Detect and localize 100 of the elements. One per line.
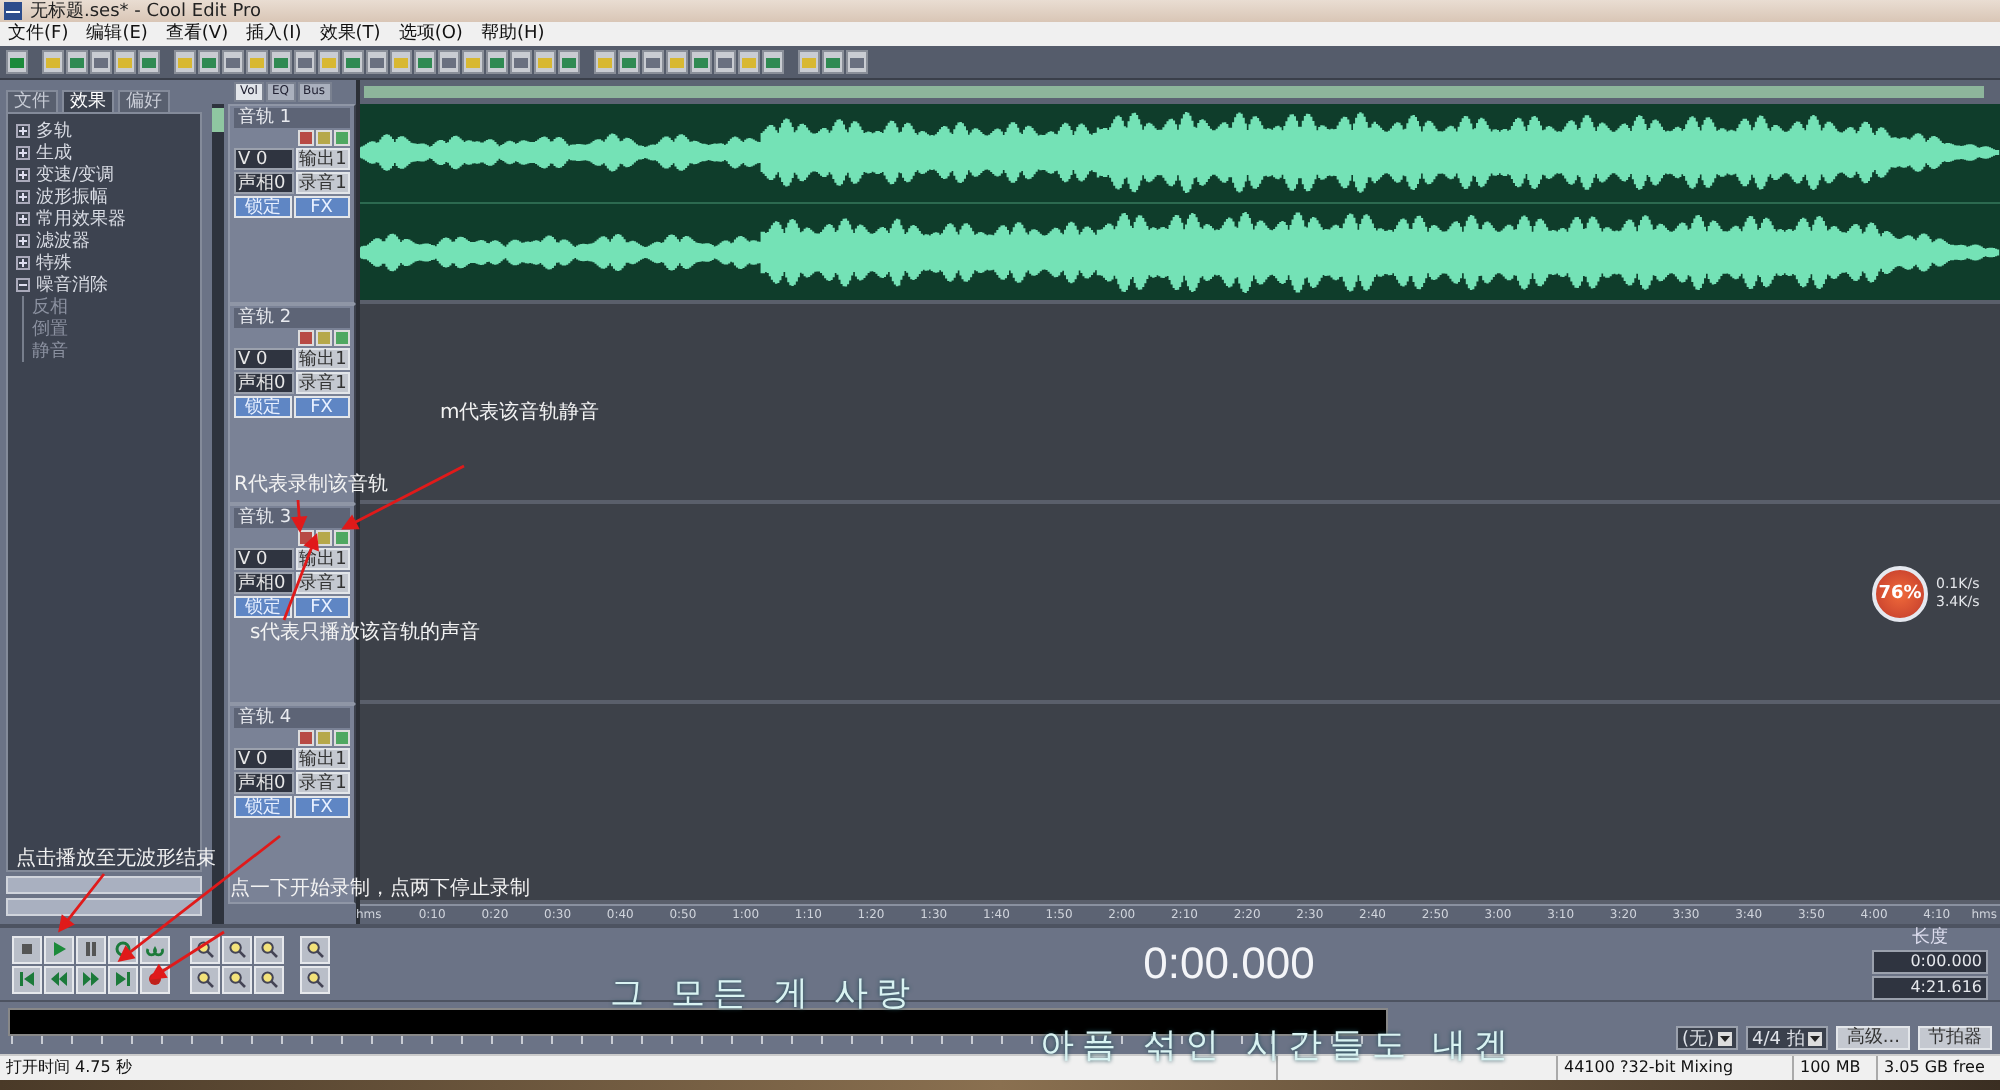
expand-icon[interactable] <box>16 124 30 138</box>
expand-icon[interactable] <box>16 212 30 226</box>
tree-item[interactable]: 常用效果器 <box>36 209 126 229</box>
menu-item[interactable]: 编辑(E) <box>86 23 148 45</box>
scrollbar[interactable] <box>360 80 2000 104</box>
tree-item[interactable]: 波形振幅 <box>36 187 108 207</box>
panel-tab[interactable]: 偏好 <box>118 90 170 112</box>
toolbar-button[interactable] <box>738 50 760 74</box>
tree-item[interactable]: 变速/变调 <box>36 165 115 185</box>
expand-icon[interactable] <box>16 168 30 182</box>
toolbar-button[interactable] <box>270 50 292 74</box>
input-button[interactable]: 录音1 <box>296 172 350 194</box>
tree-item[interactable]: 滤波器 <box>36 231 90 251</box>
toolbar-button[interactable] <box>462 50 484 74</box>
zoom-button[interactable] <box>222 935 252 963</box>
volume-field[interactable]: V 0 <box>234 548 294 570</box>
input-button[interactable]: 录音1 <box>296 572 350 594</box>
solo-toggle[interactable] <box>316 730 332 746</box>
toolbar-button[interactable] <box>174 50 196 74</box>
tempo-button[interactable]: 节拍器 <box>1918 1026 1992 1050</box>
toolbar-button[interactable] <box>246 50 268 74</box>
menu-item[interactable]: 效果(T) <box>319 23 381 45</box>
go-to-end-button[interactable] <box>108 965 138 993</box>
toolbar-button[interactable] <box>486 50 508 74</box>
toolbar-button[interactable] <box>762 50 784 74</box>
tree-item[interactable]: 特殊 <box>36 253 72 273</box>
toolbar-button[interactable] <box>138 50 160 74</box>
zoom-button[interactable] <box>222 965 252 993</box>
panel-button[interactable] <box>6 898 202 916</box>
toolbar-button[interactable] <box>666 50 688 74</box>
panel-button[interactable] <box>6 876 202 894</box>
pan-field[interactable]: 声相0 <box>234 572 294 594</box>
record-toggle[interactable] <box>298 330 314 346</box>
fast-forward-button[interactable] <box>76 965 106 993</box>
panel-tab[interactable]: 效果 <box>62 90 114 112</box>
stop-button[interactable] <box>12 935 42 963</box>
time-signature-select[interactable]: 4/4 拍 <box>1746 1026 1829 1050</box>
mute-toggle[interactable] <box>334 130 350 146</box>
menu-item[interactable]: 帮助(H) <box>480 23 545 45</box>
expand-icon[interactable] <box>16 256 30 270</box>
record-toggle[interactable] <box>298 130 314 146</box>
menu-item[interactable]: 查看(V) <box>165 23 229 45</box>
output-button[interactable]: 输出1 <box>296 148 350 170</box>
toolbar-button[interactable] <box>390 50 412 74</box>
menu-item[interactable]: 文件(F) <box>8 23 69 45</box>
input-button[interactable]: 录音1 <box>296 772 350 794</box>
toolbar-button[interactable] <box>366 50 388 74</box>
volume-field[interactable]: V 0 <box>234 148 294 170</box>
toolbar-button[interactable] <box>510 50 532 74</box>
collapse-icon[interactable] <box>16 278 30 292</box>
input-button[interactable]: 录音1 <box>296 372 350 394</box>
solo-toggle[interactable] <box>316 530 332 546</box>
toolbar-button[interactable] <box>594 50 616 74</box>
toolbar-button[interactable] <box>798 50 820 74</box>
toolbar-button[interactable] <box>822 50 844 74</box>
record-toggle[interactable] <box>298 730 314 746</box>
zoom-button[interactable] <box>300 935 330 963</box>
loop-button[interactable] <box>140 935 170 963</box>
tree-item[interactable]: 生成 <box>36 143 72 163</box>
scrollbar[interactable] <box>212 104 224 924</box>
tree-item[interactable]: 多轨 <box>36 121 72 141</box>
pause-button[interactable] <box>76 935 106 963</box>
toolbar-button[interactable] <box>6 50 28 74</box>
key-select[interactable]: (无) <box>1676 1026 1739 1050</box>
zoom-button[interactable] <box>190 965 220 993</box>
toolbar-button[interactable] <box>342 50 364 74</box>
toolbar-button[interactable] <box>690 50 712 74</box>
pan-field[interactable]: 声相0 <box>234 772 294 794</box>
pan-field[interactable]: 声相0 <box>234 172 294 194</box>
expand-icon[interactable] <box>16 234 30 248</box>
rewind-button[interactable] <box>44 965 74 993</box>
zoom-button[interactable] <box>300 965 330 993</box>
toolbar-button[interactable] <box>618 50 640 74</box>
expand-icon[interactable] <box>16 190 30 204</box>
toolbar-button[interactable] <box>414 50 436 74</box>
zoom-button[interactable] <box>254 965 284 993</box>
solo-toggle[interactable] <box>316 130 332 146</box>
toolbar-button[interactable] <box>318 50 340 74</box>
toolbar-button[interactable] <box>438 50 460 74</box>
panel-tab[interactable]: 文件 <box>6 90 58 112</box>
toolbar-button[interactable] <box>198 50 220 74</box>
volume-field[interactable]: V 0 <box>234 748 294 770</box>
expand-icon[interactable] <box>16 146 30 160</box>
toolbar-button[interactable] <box>714 50 736 74</box>
toolbar-button[interactable] <box>558 50 580 74</box>
menu-item[interactable]: 选项(O) <box>398 23 463 45</box>
toolbar-button[interactable] <box>294 50 316 74</box>
toolbar-button[interactable] <box>642 50 664 74</box>
toolbar-button[interactable] <box>534 50 556 74</box>
mute-toggle[interactable] <box>334 730 350 746</box>
solo-toggle[interactable] <box>316 330 332 346</box>
toolbar-button[interactable] <box>66 50 88 74</box>
zoom-button[interactable] <box>254 935 284 963</box>
toolbar-button[interactable] <box>846 50 868 74</box>
toolbar-button[interactable] <box>222 50 244 74</box>
go-to-start-button[interactable] <box>12 965 42 993</box>
toolbar-button[interactable] <box>114 50 136 74</box>
pan-field[interactable]: 声相0 <box>234 372 294 394</box>
toolbar-button[interactable] <box>90 50 112 74</box>
volume-field[interactable]: V 0 <box>234 348 294 370</box>
